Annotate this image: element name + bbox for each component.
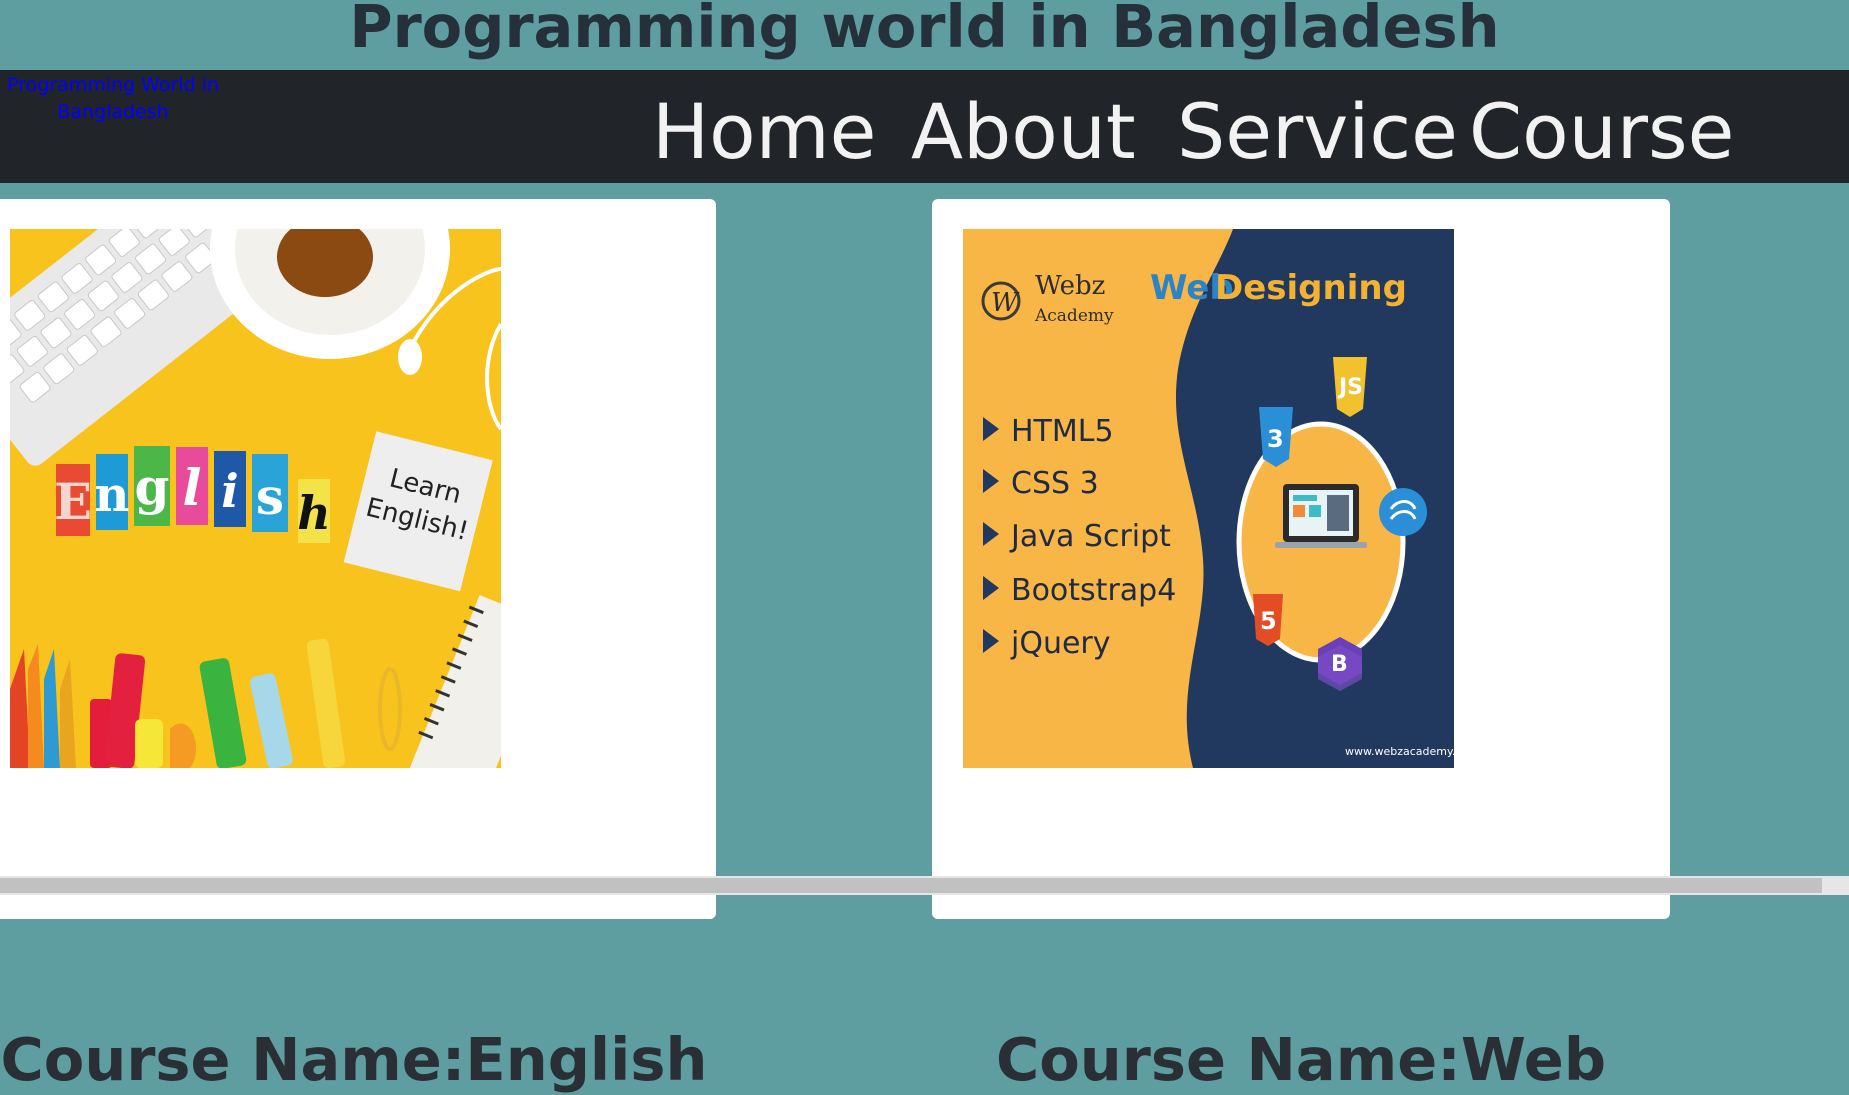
webz-url: www.webzacademy.com (1345, 745, 1454, 758)
letter-i: i (221, 464, 238, 518)
headline-designing: Designing (1215, 268, 1407, 308)
english-course-image: E n g l i s h Learn English! (10, 229, 501, 768)
letter-s: s (256, 467, 284, 526)
nav-link-service[interactable]: Service (1177, 82, 1458, 182)
topic-bootstrap4: Bootstrap4 (1011, 573, 1176, 608)
course-name-web: Course Name:Web (995, 1025, 1607, 1094)
letter-n: n (95, 467, 130, 523)
page-title: Programming world in Bangladesh (349, 0, 1500, 61)
html5-badge-icon: 5 (1260, 607, 1277, 635)
course-name-english: Course Name:English (0, 1025, 708, 1094)
topic-html5: HTML5 (1011, 414, 1114, 449)
horizontal-scrollbar[interactable] (0, 876, 1849, 895)
course-card-web: W Webz Academy Web Designing HTML5 CSS 3… (932, 199, 1670, 1094)
bootstrap-badge-icon: B (1331, 652, 1348, 677)
topic-css3: CSS 3 (1011, 466, 1099, 501)
css3-badge-icon: 3 (1267, 425, 1284, 453)
topic-jquery: jQuery (1010, 626, 1111, 661)
scrollbar-thumb[interactable] (0, 878, 1822, 893)
letter-e: E (54, 472, 92, 531)
navbar: Programming World in Bangladesh Home Abo… (0, 70, 1849, 183)
course-card-english: E n g l i s h Learn English! Course Name… (0, 199, 716, 1094)
navbar-brand[interactable]: Programming World in Bangladesh (0, 72, 226, 126)
nav-link-course[interactable]: Course (1469, 82, 1734, 182)
webz-logo-mark: W (991, 288, 1020, 318)
webz-logo-sub: Academy (1034, 306, 1114, 326)
web-course-image: W Webz Academy Web Designing HTML5 CSS 3… (963, 229, 1454, 768)
nav-link-about[interactable]: About (911, 82, 1136, 182)
letter-l: l (183, 458, 202, 517)
nav-link-home[interactable]: Home (652, 82, 876, 182)
letter-g: g (135, 457, 170, 516)
letter-h: h (297, 486, 330, 540)
js-badge-icon: JS (1337, 375, 1363, 400)
topic-javascript: Java Script (1009, 519, 1171, 554)
webz-logo-name: Webz (1035, 271, 1105, 301)
